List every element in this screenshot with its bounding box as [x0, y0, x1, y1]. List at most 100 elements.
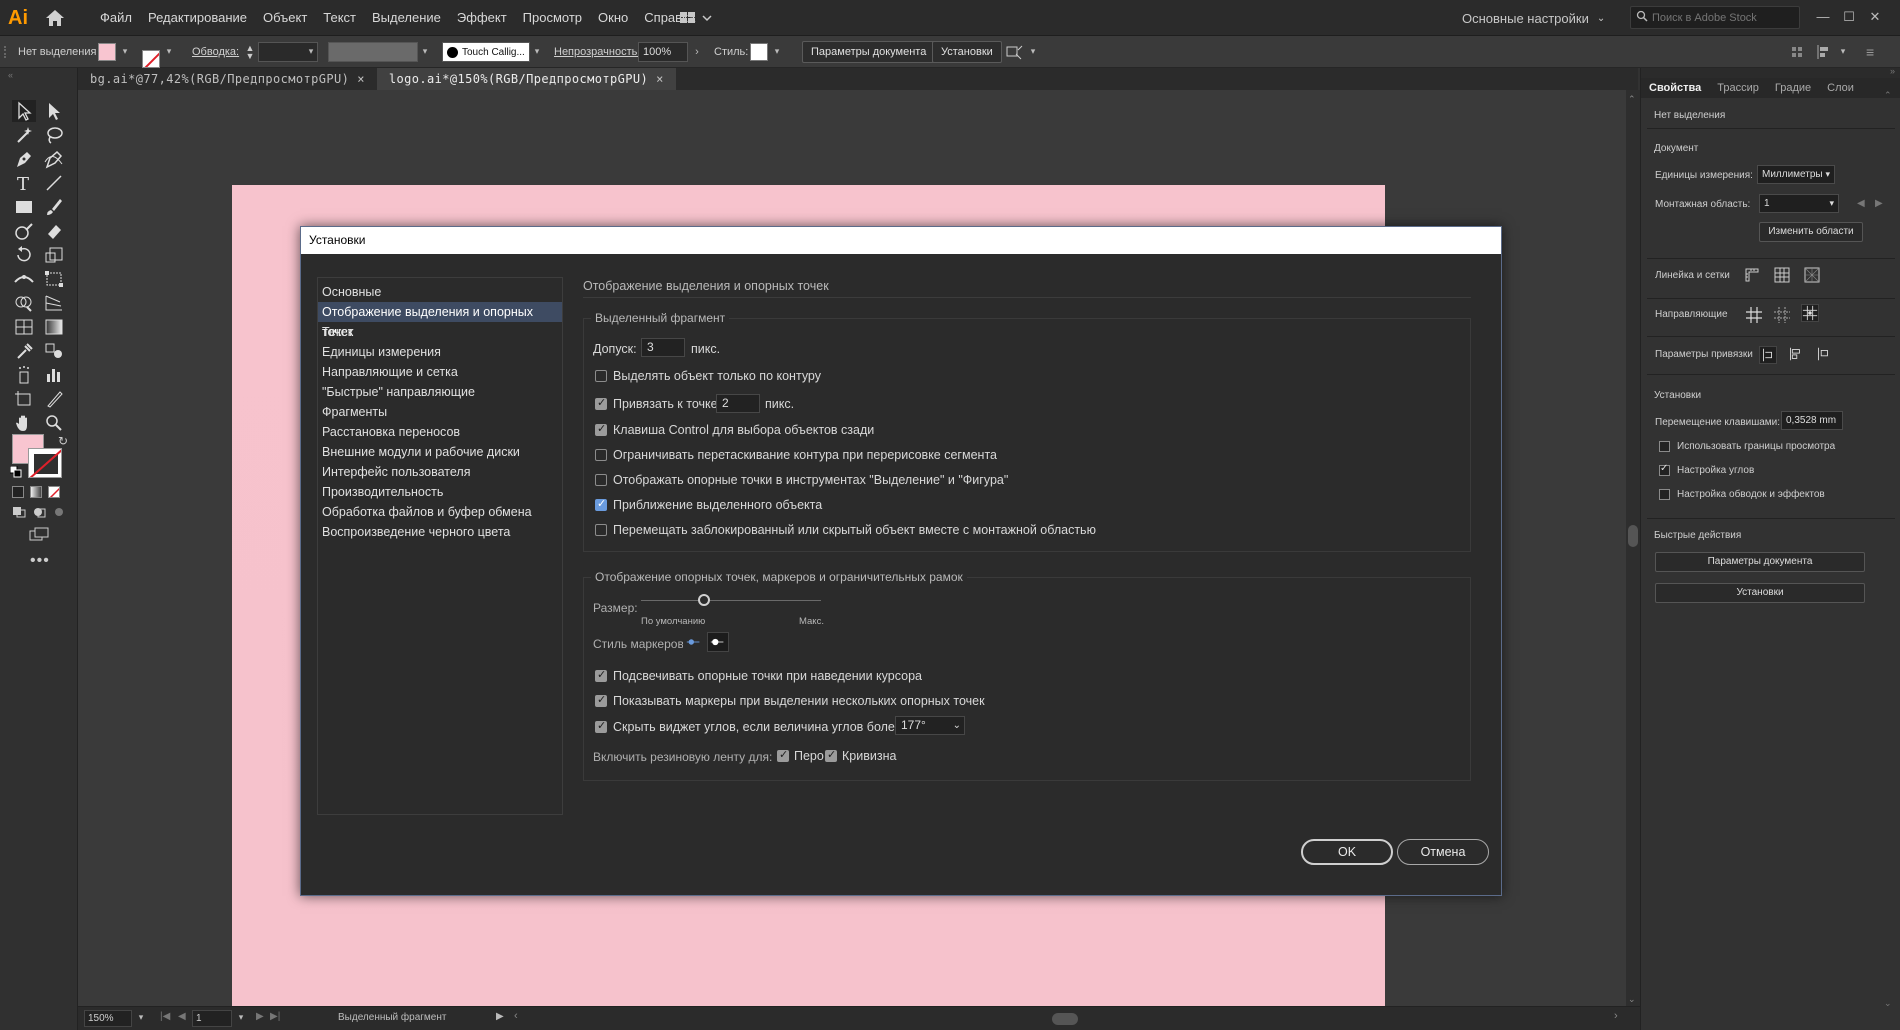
hand-tool-icon[interactable] — [12, 412, 36, 434]
stroke-stepper[interactable]: ▲ ▼ — [244, 44, 256, 62]
scale-tool-icon[interactable] — [42, 244, 66, 266]
quick-document-setup-button[interactable]: Параметры документа — [1655, 552, 1865, 572]
direct-selection-tool-icon[interactable] — [42, 100, 66, 122]
slider-thumb[interactable] — [698, 594, 710, 606]
tab-bg-ai[interactable]: bg.ai*@77,42%(RGB/ПредпросмотрGPU) × — [78, 68, 377, 90]
dialog-title[interactable]: Установки — [301, 227, 1501, 254]
arrange-documents-icon[interactable] — [678, 8, 718, 28]
nav-type[interactable]: Текст — [318, 322, 562, 342]
paintbrush-tool-icon[interactable] — [42, 196, 66, 218]
default-colors-icon[interactable] — [9, 465, 22, 478]
swap-colors-icon[interactable]: ↻ — [58, 434, 68, 448]
nav-guides-grid[interactable]: Направляющие и сетка — [318, 362, 562, 382]
handle-style-solid-icon[interactable] — [707, 632, 729, 652]
align-icon[interactable] — [1004, 42, 1024, 62]
tab-gradient[interactable]: Градие — [1767, 78, 1819, 98]
snap-to-point-icon[interactable] — [1759, 346, 1777, 364]
last-artboard-icon[interactable]: ▶| — [270, 1011, 280, 1022]
document-setup-button[interactable]: Параметры документа — [802, 41, 936, 63]
menu-file[interactable]: Файл — [92, 0, 140, 36]
stroke-color-swatch[interactable] — [28, 448, 62, 478]
gradient-mode-icon[interactable] — [30, 486, 42, 498]
draw-normal-icon[interactable] — [12, 506, 26, 518]
column-graph-tool-icon[interactable] — [42, 364, 66, 386]
move-locked-checkbox[interactable] — [595, 524, 607, 536]
keyboard-increment-input[interactable]: 0,3528 mm — [1781, 411, 1843, 430]
previous-artboard-icon[interactable]: ◀ — [178, 1011, 186, 1022]
lock-guides-icon[interactable] — [1801, 304, 1819, 322]
menu-window[interactable]: Окно — [590, 0, 636, 36]
gradient-tool-icon[interactable] — [42, 316, 66, 338]
mesh-tool-icon[interactable] — [12, 316, 36, 338]
status-text[interactable]: Выделенный фрагмент — [338, 1012, 446, 1023]
rubber-band-curvature-checkbox[interactable] — [825, 748, 837, 762]
scroll-right-icon[interactable]: › — [1614, 1010, 1618, 1022]
lasso-tool-icon[interactable] — [42, 124, 66, 146]
brush-definition[interactable]: Touch Callig... — [442, 42, 530, 62]
handle-style-hollow-icon[interactable] — [683, 632, 705, 652]
curvature-tool-icon[interactable] — [42, 148, 66, 170]
stroke-swatch[interactable] — [142, 49, 160, 68]
scale-corners-checkbox[interactable] — [1659, 463, 1670, 476]
constrain-drag-checkbox[interactable] — [595, 449, 607, 461]
chevron-down-icon[interactable]: ▾ — [1838, 46, 1848, 57]
panel-scrollbar[interactable]: ⌃ ⌄ — [1881, 68, 1897, 1030]
collapse-icon[interactable]: « — [8, 70, 13, 80]
nav-plugins-scratch-disks[interactable]: Внешние модули и рабочие диски — [318, 442, 562, 462]
snap-distance-input[interactable]: 2 — [716, 394, 760, 413]
menu-object[interactable]: Объект — [255, 0, 315, 36]
close-icon[interactable]: × — [656, 68, 664, 90]
highlight-anchors-checkbox[interactable] — [595, 668, 607, 682]
maximize-icon[interactable]: ☐ — [1838, 6, 1860, 28]
shape-builder-tool-icon[interactable] — [12, 292, 36, 314]
chevron-down-icon[interactable]: ▾ — [772, 46, 782, 57]
guides-icon[interactable] — [1745, 306, 1763, 324]
chevron-down-icon[interactable]: ▾ — [236, 1012, 246, 1023]
menu-edit[interactable]: Редактирование — [140, 0, 255, 36]
opacity-input[interactable]: 100% — [638, 42, 688, 62]
smart-guides-icon[interactable] — [1773, 306, 1791, 324]
minimize-icon[interactable]: — — [1812, 6, 1834, 28]
scrollbar-thumb[interactable] — [1628, 525, 1638, 547]
graphic-style-swatch[interactable] — [750, 43, 768, 61]
eraser-tool-icon[interactable] — [42, 220, 66, 242]
width-tool-icon[interactable] — [12, 268, 36, 290]
rotate-tool-icon[interactable] — [12, 244, 36, 266]
snap-to-glyph-icon[interactable] — [1815, 346, 1833, 364]
scroll-left-icon[interactable]: ‹ — [514, 1010, 518, 1022]
nav-hyphenation[interactable]: Расстановка переносов — [318, 422, 562, 442]
menu-select[interactable]: Выделение — [364, 0, 449, 36]
edit-artboards-button[interactable]: Изменить области — [1759, 222, 1863, 242]
rubber-band-pen-checkbox[interactable] — [777, 748, 789, 762]
chevron-down-icon[interactable]: ▾ — [306, 46, 316, 57]
nav-selection-anchor-display[interactable]: Отображение выделения и опорных точек — [318, 302, 562, 339]
selection-tool-icon[interactable] — [12, 100, 36, 122]
free-transform-tool-icon[interactable] — [42, 268, 66, 290]
shaper-tool-icon[interactable] — [12, 220, 36, 242]
ctrl-click-checkbox[interactable] — [595, 422, 607, 436]
tolerance-input[interactable]: 3 — [641, 338, 685, 357]
color-mode-icon[interactable] — [12, 486, 24, 498]
line-tool-icon[interactable] — [42, 172, 66, 194]
stroke-label[interactable]: Обводка: — [192, 46, 239, 58]
chevron-down-icon[interactable]: ▾ — [136, 1012, 146, 1023]
workspace-switcher[interactable]: Основные настройки ⌄ — [1462, 8, 1605, 28]
ruler-icon[interactable] — [1743, 266, 1761, 284]
more-tools-icon[interactable]: ••• — [30, 552, 50, 570]
chevron-down-icon[interactable]: ▾ — [420, 46, 430, 57]
horizontal-scrollbar-thumb[interactable] — [1052, 1013, 1078, 1025]
magic-wand-tool-icon[interactable] — [12, 124, 36, 146]
type-tool-icon[interactable]: T — [12, 172, 36, 195]
nav-smart-guides[interactable]: "Быстрые" направляющие — [318, 382, 562, 402]
corner-angle-dropdown[interactable]: 177° ⌄ — [895, 716, 965, 735]
transparency-grid-icon[interactable] — [1803, 266, 1821, 284]
perspective-grid-tool-icon[interactable] — [42, 292, 66, 314]
scroll-down-icon[interactable]: ⌄ — [1628, 994, 1636, 1005]
nav-black-appearance[interactable]: Воспроизведение черного цвета — [318, 522, 562, 542]
chevron-down-icon[interactable]: ▾ — [164, 46, 174, 57]
symbol-sprayer-tool-icon[interactable] — [12, 364, 36, 386]
tab-properties[interactable]: Свойства — [1641, 78, 1709, 98]
vertical-scrollbar[interactable] — [1626, 90, 1640, 1006]
nav-general[interactable]: Основные — [318, 282, 562, 302]
nav-file-handling[interactable]: Обработка файлов и буфер обмена — [318, 502, 562, 522]
